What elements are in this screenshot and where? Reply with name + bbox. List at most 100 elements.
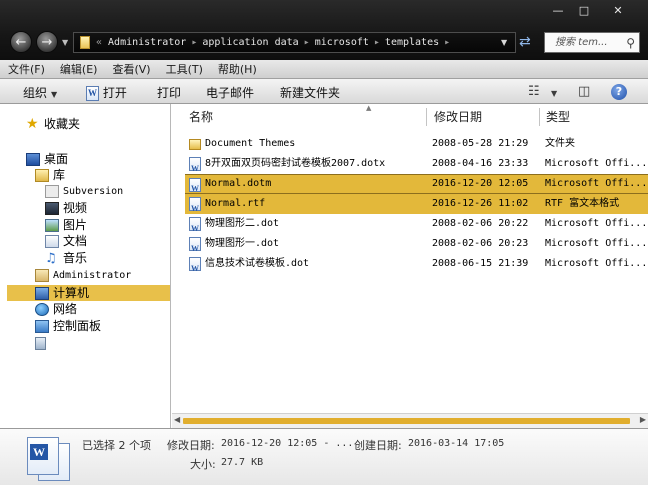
- title-bar: — □ ✕ ← → ▼ « Administrator ▸ applicatio…: [0, 0, 648, 60]
- new-folder-button[interactable]: 新建文件夹: [280, 84, 340, 101]
- view-dropdown-icon[interactable]: ▼: [551, 89, 557, 98]
- file-type: Microsoft Offi...: [545, 238, 648, 249]
- file-name: Normal.dotm: [205, 178, 272, 189]
- chevron-down-icon: ▼: [51, 90, 58, 99]
- menu-file[interactable]: 文件(F): [8, 61, 45, 77]
- breadcrumb-separator[interactable]: ▸: [191, 37, 197, 48]
- breadcrumb-segment[interactable]: templates: [385, 37, 439, 48]
- file-row[interactable]: 物理图形一.dot 2008-02-06 20:23 Microsoft Off…: [185, 234, 648, 259]
- scroll-right-icon[interactable]: ▶: [640, 415, 646, 424]
- nav-recycle-bin[interactable]: [35, 335, 50, 351]
- size-value: 27.7 KB: [221, 457, 264, 468]
- picture-icon: [45, 219, 59, 232]
- nav-libraries[interactable]: 库: [35, 167, 65, 183]
- breadcrumb-separator[interactable]: ▸: [304, 37, 310, 48]
- breadcrumb-separator[interactable]: ▸: [444, 37, 450, 48]
- search-input[interactable]: 搜索 tem... ⚲: [544, 32, 640, 53]
- history-dropdown-icon[interactable]: ▼: [62, 38, 68, 47]
- column-header-type[interactable]: 类型: [546, 104, 570, 130]
- maximize-button[interactable]: □: [572, 2, 596, 20]
- size-label: 大小:: [190, 458, 216, 471]
- organize-button[interactable]: 组织 ▼: [23, 84, 57, 101]
- nav-music[interactable]: ♫ 音乐: [45, 250, 87, 266]
- desktop-icon: [26, 153, 40, 166]
- file-row[interactable]: 信息技术试卷模板.dot 2008-06-15 21:39 Microsoft …: [185, 254, 648, 279]
- nav-administrator[interactable]: Administrator: [35, 268, 131, 284]
- recycle-bin-icon: [35, 337, 46, 350]
- subversion-icon: [45, 184, 59, 198]
- help-icon[interactable]: ?: [611, 84, 627, 100]
- file-row-selected[interactable]: Normal.rtf 2016-12-26 11:02 RTF 富文本格式: [185, 194, 648, 219]
- breadcrumb-segment[interactable]: application data: [202, 37, 298, 48]
- file-row-selected[interactable]: Normal.dotm 2016-12-20 12:05 Microsoft O…: [185, 174, 648, 198]
- search-icon[interactable]: ⚲: [626, 34, 635, 53]
- open-button[interactable]: W 打开: [86, 84, 127, 101]
- file-row[interactable]: 物理图形二.dot 2008-02-06 20:22 Microsoft Off…: [185, 214, 648, 239]
- forward-button[interactable]: →: [36, 31, 58, 53]
- folder-icon: [80, 36, 90, 49]
- nav-computer[interactable]: 计算机: [35, 285, 89, 301]
- word-doc-icon: [189, 157, 201, 179]
- menu-help[interactable]: 帮助(H): [218, 61, 257, 77]
- column-divider[interactable]: [539, 108, 540, 126]
- navigation-pane: ★ 收藏夹 桌面 库 Subversion 视频 图片 文档 ♫ 音乐 Admini…: [0, 104, 171, 428]
- nav-favorites[interactable]: ★ 收藏夹: [26, 116, 80, 132]
- music-icon: ♫: [45, 251, 57, 266]
- nav-subversion[interactable]: Subversion: [45, 184, 123, 200]
- sort-indicator-icon: ▲: [366, 104, 372, 112]
- file-row[interactable]: Document Themes 2008-05-28 21:29 文件夹: [185, 134, 648, 154]
- address-overflow-chevron[interactable]: «: [96, 37, 102, 48]
- library-icon: [35, 169, 49, 182]
- nav-documents[interactable]: 文档: [45, 233, 87, 249]
- file-date: 2008-02-06 20:23: [432, 238, 529, 249]
- nav-network[interactable]: 网络: [35, 301, 77, 317]
- scroll-left-icon[interactable]: ◀: [174, 415, 180, 424]
- breadcrumb-segment[interactable]: microsoft: [315, 37, 369, 48]
- word-doc-icon: W: [86, 86, 99, 101]
- nav-desktop[interactable]: 桌面: [26, 151, 68, 167]
- nav-control-panel[interactable]: 控制面板: [35, 318, 101, 334]
- nav-pictures[interactable]: 图片: [45, 217, 87, 233]
- created-date-value: 2016-03-14 17:05: [408, 438, 505, 449]
- nav-videos[interactable]: 视频: [45, 200, 87, 216]
- search-placeholder: 搜索 tem...: [555, 37, 608, 48]
- email-button[interactable]: 电子邮件: [206, 84, 254, 101]
- address-bar[interactable]: « Administrator ▸ application data ▸ mic…: [73, 32, 516, 53]
- organize-label: 组织: [23, 86, 48, 100]
- breadcrumb-separator[interactable]: ▸: [374, 37, 380, 48]
- menu-tools[interactable]: 工具(T): [166, 61, 203, 77]
- file-date: 2016-12-20 12:05: [432, 178, 529, 189]
- file-date: 2008-02-06 20:22: [432, 218, 529, 229]
- modified-date-value: 2016-12-20 12:05 - ...: [221, 438, 354, 449]
- preview-pane-icon[interactable]: ◫: [578, 84, 590, 99]
- file-date: 2016-12-26 11:02: [432, 198, 529, 209]
- minimize-button[interactable]: —: [546, 2, 570, 20]
- back-button[interactable]: ←: [10, 31, 32, 53]
- menu-edit[interactable]: 编辑(E): [60, 61, 98, 77]
- print-button[interactable]: 打印: [157, 84, 181, 101]
- word-doc-icon: [189, 257, 201, 279]
- refresh-icon[interactable]: ⇄: [519, 34, 531, 50]
- menu-view[interactable]: 查看(V): [112, 61, 150, 77]
- file-type: Microsoft Offi...: [545, 158, 648, 169]
- column-header-date[interactable]: 修改日期: [434, 104, 482, 130]
- file-date: 2008-06-15 21:39: [432, 258, 529, 269]
- open-label: 打开: [102, 86, 127, 100]
- breadcrumb-segment[interactable]: Administrator: [108, 37, 186, 48]
- column-divider[interactable]: [426, 108, 427, 126]
- details-pane: W 已选择 2 个项 修改日期: 2016-12-20 12:05 - ... …: [0, 428, 648, 485]
- column-header-name[interactable]: 名称: [189, 104, 213, 130]
- view-options-icon[interactable]: ☷: [528, 84, 540, 99]
- word-doc-large-icon: W: [27, 437, 59, 475]
- file-row[interactable]: 8开双面双页码密封试卷模板2007.dotx 2008-04-16 23:33 …: [185, 154, 648, 179]
- file-type: Microsoft Offi...: [545, 218, 648, 229]
- computer-icon: [35, 287, 49, 300]
- file-type: Microsoft Offi...: [545, 258, 648, 269]
- menu-bar: 文件(F) 编辑(E) 查看(V) 工具(T) 帮助(H): [0, 60, 648, 79]
- close-button[interactable]: ✕: [606, 2, 630, 20]
- scrollbar-thumb[interactable]: [183, 418, 630, 424]
- file-name: 8开双面双页码密封试卷模板2007.dotx: [205, 158, 386, 169]
- address-dropdown-icon[interactable]: ▼: [501, 38, 507, 47]
- horizontal-scrollbar[interactable]: ◀ ▶: [172, 413, 648, 428]
- control-panel-icon: [35, 320, 49, 333]
